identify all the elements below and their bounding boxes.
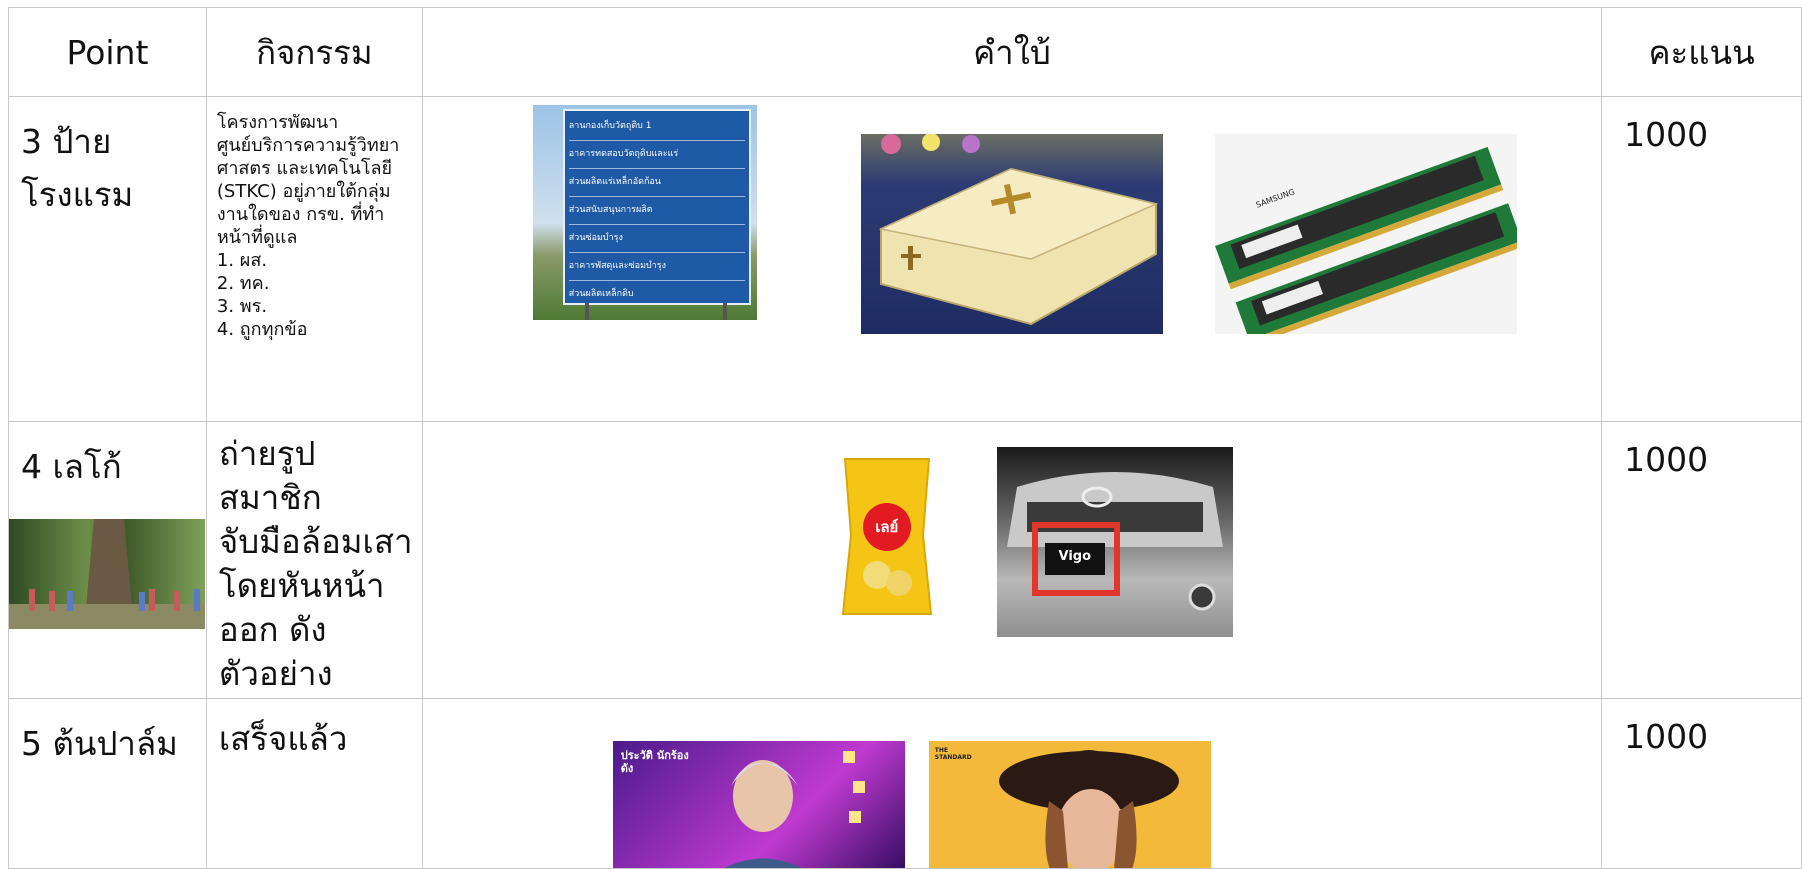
sign-line: อาคารพัสดุและซ่อมบำรุง	[568, 253, 745, 281]
ram-stick-icon	[1214, 146, 1524, 346]
activity-cell: โครงการพัฒนา ศูนย์บริการความรู้วิทยา ศาส…	[205, 96, 423, 422]
score-cell: 1000	[1601, 96, 1802, 422]
plate-label: Vigo	[1058, 549, 1092, 564]
header-point: Point	[8, 7, 207, 97]
sign-line: ส่วนสนับสนุนการผลิต	[568, 197, 745, 225]
sign-board: ลานกองเก็บวัตถุดิบ 1 อาคารทดสอบวัตถุดิบแ…	[562, 109, 751, 305]
clue-cell: ประวัติ นักร้องดัง THE STANDARD	[421, 698, 1603, 869]
sign-line: อาคารทดสอบวัตถุดิบและแร่	[568, 141, 745, 169]
sign-line: ส่วนซ่อมบำรุง	[568, 225, 745, 253]
point-cell: 3 ป้ายโรงแรม	[8, 96, 207, 422]
header-row: Point กิจกรรม คำใบ้ คะแนน	[8, 7, 1802, 97]
chips-bag-image: เลย์	[837, 455, 937, 618]
show-title: ประวัติ นักร้องดัง	[620, 749, 689, 775]
chips-brand: เลย์	[875, 518, 899, 536]
clue-cell: เลย์ Vigo	[421, 421, 1603, 699]
sign-line: ลานกองเก็บวัตถุดิบ 1	[568, 113, 745, 141]
point-cell: 5 ต้นปาล์ม	[8, 698, 207, 869]
table-row: 5 ต้นปาล์ม เสร็จแล้ว ประวัติ นักร้องดัง	[8, 698, 1802, 869]
point-cell: 4 เลโก้	[8, 421, 207, 699]
magazine-logo: THE STANDARD	[934, 747, 972, 761]
sign-post	[722, 303, 727, 320]
header-activity: กิจกรรม	[205, 7, 423, 97]
coffin-icon	[878, 133, 1159, 326]
activity-cell: ถ่ายรูปสมาชิก จับมือล้อมเสา โดยหันหน้า อ…	[205, 421, 423, 699]
hunt-table: Point กิจกรรม คำใบ้ คะแนน 3 ป้ายโรงแรม โ…	[8, 7, 1802, 869]
sign-line: ส่วนผลิตเหล็กดิบ	[568, 289, 634, 299]
coffin-image	[860, 133, 1163, 334]
direction-sign-image: ลานกองเก็บวัตถุดิบ 1 อาคารทดสอบวัตถุดิบแ…	[532, 105, 757, 320]
tree-people-icon	[9, 519, 205, 629]
score-cell: 1000	[1601, 698, 1802, 869]
sign-line: ส่วนผลิตแร่เหล็กอัดก้อน	[568, 169, 745, 197]
score-cell: 1000	[1601, 421, 1802, 699]
clue-cell: ลานกองเก็บวัตถุดิบ 1 อาคารทดสอบวัตถุดิบแ…	[421, 96, 1603, 422]
sign-post	[584, 303, 589, 320]
header-clue: คำใบ้	[421, 7, 1603, 97]
truck-front-image: Vigo	[996, 447, 1233, 637]
table-row: 4 เลโก้ ถ่ายรูปสมาชิก จับมือล้อมเสา โดยห…	[8, 421, 1802, 699]
singer-show-image: ประวัติ นักร้องดัง	[612, 741, 905, 868]
table-row: 3 ป้ายโรงแรม โครงการพัฒนา ศูนย์บริการควา…	[8, 96, 1802, 422]
ram-image: SAMSUNG	[1214, 134, 1524, 346]
activity-cell: เสร็จแล้ว	[205, 698, 423, 869]
woman-hat-image: THE STANDARD	[928, 741, 1211, 868]
point-label: 4 เลโก้	[21, 447, 122, 486]
tree-example-image	[9, 519, 205, 629]
truck-icon	[1006, 472, 1223, 611]
header-score: คะแนน	[1601, 7, 1802, 97]
